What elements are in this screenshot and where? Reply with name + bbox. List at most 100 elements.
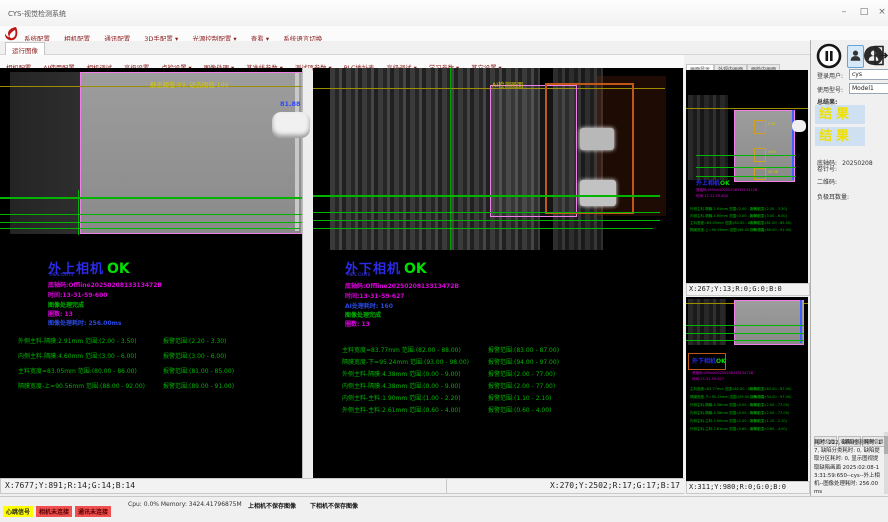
mini-alarm: 报警范围:(83.00 - 87.00) <box>750 387 791 392</box>
left-coord-text: X:7677;Y:891;R:14;G:14;B:14 <box>5 481 135 490</box>
mini-measure: 外侧主料-主料:2.61mm 范围:(0.60 - 4.00) <box>690 427 759 432</box>
thumb-camera-view-2[interactable]: 外下相机OK 底轴码:Offline2025020813313472B 时间:1… <box>686 297 808 481</box>
login-user-field[interactable]: cys <box>849 69 888 80</box>
scrollbar-thumb[interactable] <box>884 436 888 454</box>
mini-measure: 外侧主料-隔膜:2.91mm 范围:(2.00 - 3.50) <box>690 207 759 212</box>
user-icon <box>849 49 862 62</box>
measure-line <box>686 333 804 334</box>
mini-measure: 主料宽度=83.77mm 范围:(82.00 - 88.00) <box>690 387 759 392</box>
measure-line <box>313 212 660 213</box>
close-button[interactable]: × <box>874 5 888 19</box>
mid-coordinate-bar: X:270;Y:2502;R:17;G:17;B:17 <box>446 478 685 494</box>
measure-line <box>696 167 796 168</box>
ai-time-line: AI处理耗时: 160 <box>345 301 393 310</box>
measurement-text: 外侧主料-隔膜:4.38mm 范围:(0.00 - 9.00) <box>342 369 461 378</box>
minimize-button[interactable]: – <box>836 5 852 19</box>
measurement-text: 内侧主料-隔膜:4.60mm 范围:(3.00 - 6.00) <box>18 351 137 360</box>
metal-part-blob <box>580 180 616 206</box>
thumbnail-column: 画面显示外观内画面面检内画面 2.91 4.60 90.56 外上相机OK 底轴… <box>684 55 810 496</box>
mini-camera-title: 外上相机OK <box>696 178 730 187</box>
thumb-camera-view-1[interactable]: 2.91 4.60 90.56 外上相机OK 底轴码:Offline202502… <box>686 70 808 283</box>
detect-value-label: 4.60 <box>768 150 776 154</box>
mini-alarm: 报警范围:(81.00 - 85.00) <box>750 221 791 226</box>
right-panel: 登录用户: cys 使用型号: Model1 总结果: 结果 结果 底轴码: 2… <box>810 40 888 496</box>
app-logo-icon <box>4 26 20 42</box>
pause-button[interactable] <box>816 43 842 69</box>
mes-output-label: MES:OUT0 <box>347 273 371 278</box>
result-box-2: 结果 <box>815 127 865 146</box>
alarm-range-text: 报警范围:(81.00 - 85.00) <box>163 366 234 375</box>
alarm-range-text: 报警范围:(3.00 - 6.00) <box>163 351 226 360</box>
measurement-text: 主料宽度=83.05mm 范围:(80.00 - 86.00) <box>18 366 137 375</box>
menu-bar: 系统配置 相机配置 通讯配置 3D手配置 ▾ 光源控制配置 ▾ 查看 ▾ 系统语… <box>0 26 888 41</box>
heartbeat-badge: 心跳信号 <box>3 506 33 517</box>
mini-time: 时间:13-31-59-600 <box>696 194 728 199</box>
mini-alarm: 报警范围:(89.00 - 91.00) <box>750 228 791 233</box>
lower-camera-save-text: 下相机不保存图像 <box>310 501 358 510</box>
alarm-range-text: 报警范围:(2.00 - 77.00) <box>488 381 555 390</box>
connector-blob <box>272 112 310 138</box>
measure-line <box>313 228 653 229</box>
bright-edge-column <box>295 73 299 231</box>
camera-name: 外下相机 <box>692 358 716 365</box>
model-label: 使用型号: <box>817 85 843 94</box>
tab-count-label: 负极耳数量: <box>817 192 849 201</box>
measure-line <box>0 228 300 229</box>
reference-yellow-line <box>686 108 808 109</box>
result-ok: OK <box>107 261 130 277</box>
electrode-region <box>734 300 804 345</box>
measure-tag-label: 81.88 <box>280 100 301 108</box>
needle-label: 卷针号: <box>817 164 837 173</box>
result-ok: OK <box>720 180 730 187</box>
mes-output-label: MES:OUT1 <box>50 273 74 278</box>
mini-alarm: 报警范围:(94.00 - 97.00) <box>750 395 791 400</box>
log-scrollbar[interactable] <box>884 432 888 494</box>
cpu-memory-text: Cpu: 0.0% Memory: 3424.41796875M <box>128 501 242 508</box>
qr-label: 二维码: <box>817 177 837 186</box>
comm-connection-badge: 通讯未连接 <box>75 506 111 517</box>
mini-measure: 内侧主料-主料:1.90mm 范围:(1.00 - 2.20) <box>690 419 759 424</box>
camera-connection-badge: 相机未连接 <box>36 506 72 517</box>
login-user-label: 登录用户: <box>817 71 843 80</box>
user-mode-button[interactable] <box>847 45 864 68</box>
measurement-text: 隔膜宽度-上=90.56mm 范围:(88.00 - 92.00) <box>18 381 145 390</box>
mini-measure: 主料宽度=83.05mm 范围:(80.00 - 86.00) <box>690 221 759 226</box>
mini-measure: 外侧主料-隔膜:4.38mm 范围:(0.00 - 9.00) <box>690 403 759 408</box>
machinery-band <box>688 299 726 345</box>
measure-line <box>0 197 310 199</box>
alarm-range-text: 报警范围:(83.00 - 87.00) <box>488 345 559 354</box>
turns-line: 圈数: 13 <box>345 319 370 328</box>
measurement-text: 外侧主料-主料:2.61mm 范围:(0.60 - 4.00) <box>342 405 461 414</box>
mini-measure: 内侧主料-隔膜:4.60mm 范围:(3.00 - 6.00) <box>690 214 759 219</box>
mini-alarm: 报警范围:(2.00 - 77.00) <box>750 411 789 416</box>
left-coordinate-bar: X:7677;Y:891;R:14;G:14;B:14 <box>0 478 447 494</box>
detect-square <box>754 168 766 180</box>
barcode-value: 20250208 <box>842 160 873 167</box>
measurement-text: 内侧主料-隔膜:4.38mm 范围:(0.00 - 9.00) <box>342 381 461 390</box>
thumb1-coordinate-bar: X:267;Y:13;R:0;G:0;B:0 <box>686 283 810 296</box>
exit-door-icon <box>874 45 888 66</box>
mini-alarm: 报警范围:(0.60 - 4.00) <box>750 427 787 432</box>
mini-time: 时间:13-31-59-627 <box>692 377 724 382</box>
app-window: CYS-视觉检测系统 – □ × 系统配置 相机配置 通讯配置 3D手配置 ▾ … <box>0 0 888 522</box>
thumb2-coordinate-bar: X:311;Y:980;R:0;G:0;B:0 <box>686 481 810 494</box>
mini-camera-title: 外下相机OK <box>692 356 726 365</box>
mid-camera-view[interactable]: AI检测画面 外下相机OK MES:OUT0 底轴码:Offline202502… <box>313 68 683 478</box>
maximize-button[interactable]: □ <box>856 5 872 19</box>
detect-square <box>754 120 766 134</box>
turns-line: 圈数: 13 <box>48 309 73 318</box>
ai-overlay-label: AI检测画面 <box>492 80 523 89</box>
logout-button[interactable] <box>874 45 888 66</box>
measure-line <box>696 176 796 177</box>
alarm-range-text: 报警范围:(2.20 - 3.30) <box>163 336 226 345</box>
window-title: CYS-视觉检测系统 <box>8 9 66 19</box>
mini-alarm: 报警范围:(3.00 - 6.00) <box>750 214 787 219</box>
tab-run-image[interactable]: 运行图像 <box>5 42 45 56</box>
left-camera-view[interactable]: 静态阈值:93, 动态阈值:100 81.88 外上相机OK MES:OUT1 … <box>0 68 312 478</box>
model-field[interactable]: Model1 <box>849 83 888 94</box>
alarm-range-text: 报警范围:(89.00 - 91.00) <box>163 381 234 390</box>
mini-alarm: 报警范围:(2.20 - 3.30) <box>750 207 787 212</box>
mini-alarm: 报警范围:(2.00 - 77.00) <box>750 403 789 408</box>
proc-time-line: 图像处理耗时: 256.00ms <box>48 318 121 327</box>
detect-value-label: 2.91 <box>768 122 776 126</box>
